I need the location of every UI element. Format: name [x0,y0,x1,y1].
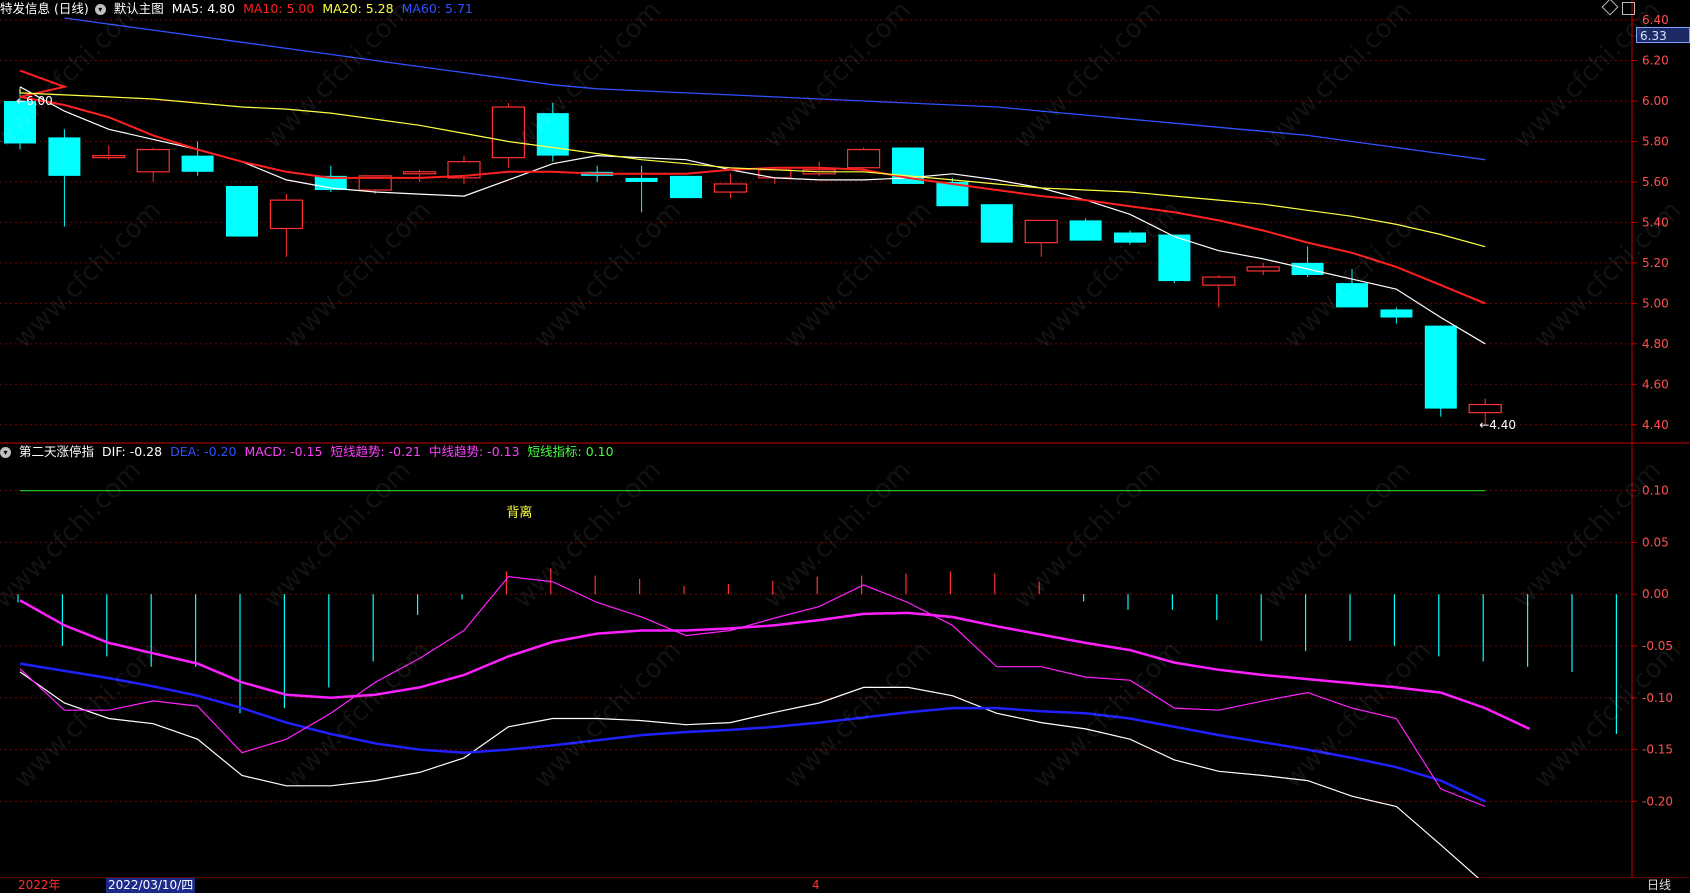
candle-body-up [1246,266,1280,272]
indicator-tick-label: 0.10 [1642,484,1669,498]
crosshair-date-label: 2022/03/10/四 [106,878,196,893]
indicator-name[interactable]: 第二天涨停指 [19,443,94,461]
price-tick-label: 5.20 [1642,256,1669,270]
main-header: 特发信息 (日线) ▾ 默认主图 MA5: 4.80 MA10: 5.00 MA… [0,0,481,18]
ma60-label: MA60: 5.71 [401,1,473,16]
indicator-toggle-icon[interactable]: ▾ [0,446,11,458]
ma10-label: MA10: 5.00 [243,1,315,16]
price-tick-label: 5.00 [1642,296,1669,310]
stock-name[interactable]: 特发信息 (日线) [0,0,89,18]
main-chart-toggle-icon[interactable]: ▾ [94,3,106,15]
candle-body-down [980,204,1013,243]
candle-body-up [1202,276,1236,286]
indicator-tick-label: 0.05 [1642,535,1669,549]
price-tick-label: 5.40 [1642,215,1669,229]
candle-body-down [226,185,258,237]
candle-body-up [491,106,525,159]
candle-body-up [713,183,748,193]
period-button[interactable]: 日线 [1647,878,1671,893]
candle-body-down [625,177,658,182]
indicator-tick-label: -0.10 [1642,691,1673,705]
dif-label: DIF: -0.28 [102,444,163,459]
price-tick-label: 4.60 [1642,377,1669,391]
candle-body-down [48,137,81,176]
candle-body-up [758,169,792,179]
candle-body-down [1336,283,1368,308]
price-tick-label: 6.00 [1642,94,1669,108]
indicator-tick-label: 0.00 [1642,587,1669,601]
price-tick-label: 5.60 [1642,175,1669,189]
price-tick-label: 6.20 [1642,54,1669,68]
candle-body-down [1424,325,1457,409]
indicator-tick-label: -0.15 [1642,743,1673,757]
price-tick-label: 4.40 [1642,418,1669,432]
price-tick-label: 6.40 [1642,13,1669,27]
candle-body-up [136,148,170,173]
candle-body-down [670,175,702,199]
candle-body-up [403,171,437,175]
bottom-time-bar[interactable]: 2022年 2022/03/10/四 4 日线 [0,878,1690,893]
macd-label: MACD: -0.15 [244,444,323,459]
ma5-label: MA5: 4.80 [171,1,236,16]
candle-body-up [92,155,126,159]
candle-body-down [1158,234,1191,282]
candle-body-up [269,199,303,230]
short-trend-label: 短线趋势: -0.21 [330,444,421,459]
candle-body-down [1069,220,1102,241]
candle-body-down [1114,232,1146,243]
dea-label: DEA: -0.20 [170,444,237,459]
indicator-header: ▾ 第二天涨停指 DIF: -0.28 DEA: -0.20 MACD: -0.… [0,443,622,461]
price-tick-label: 4.80 [1642,337,1669,351]
price-tick-label: 5.80 [1642,134,1669,148]
current-price-box: 6.33 [1636,27,1690,43]
bottom-year-label: 2022年 [18,878,61,892]
mid-trend-label: 中线趋势: -0.13 [429,444,520,459]
high-price-marker: ←6.00 [16,94,53,108]
ma20-label: MA20: 5.28 [322,1,394,16]
candle-body-down [181,155,214,172]
candle-body-down [1380,309,1413,318]
window-box-icon[interactable] [1622,2,1635,15]
candle-body-up [846,148,881,169]
candle-body-up [1468,403,1502,414]
bottom-marker-label: 4 [812,878,820,892]
divergence-label: 背离 [506,505,532,521]
main-chart-label[interactable]: 默认主图 [114,0,164,18]
indicator-tick-label: -0.05 [1642,639,1673,653]
short-index-label: 短线指标: 0.10 [527,444,614,459]
indicator-tick-label: -0.20 [1642,794,1673,808]
low-price-marker: ←4.40 [1479,418,1516,432]
candle-body-up [1024,219,1058,244]
